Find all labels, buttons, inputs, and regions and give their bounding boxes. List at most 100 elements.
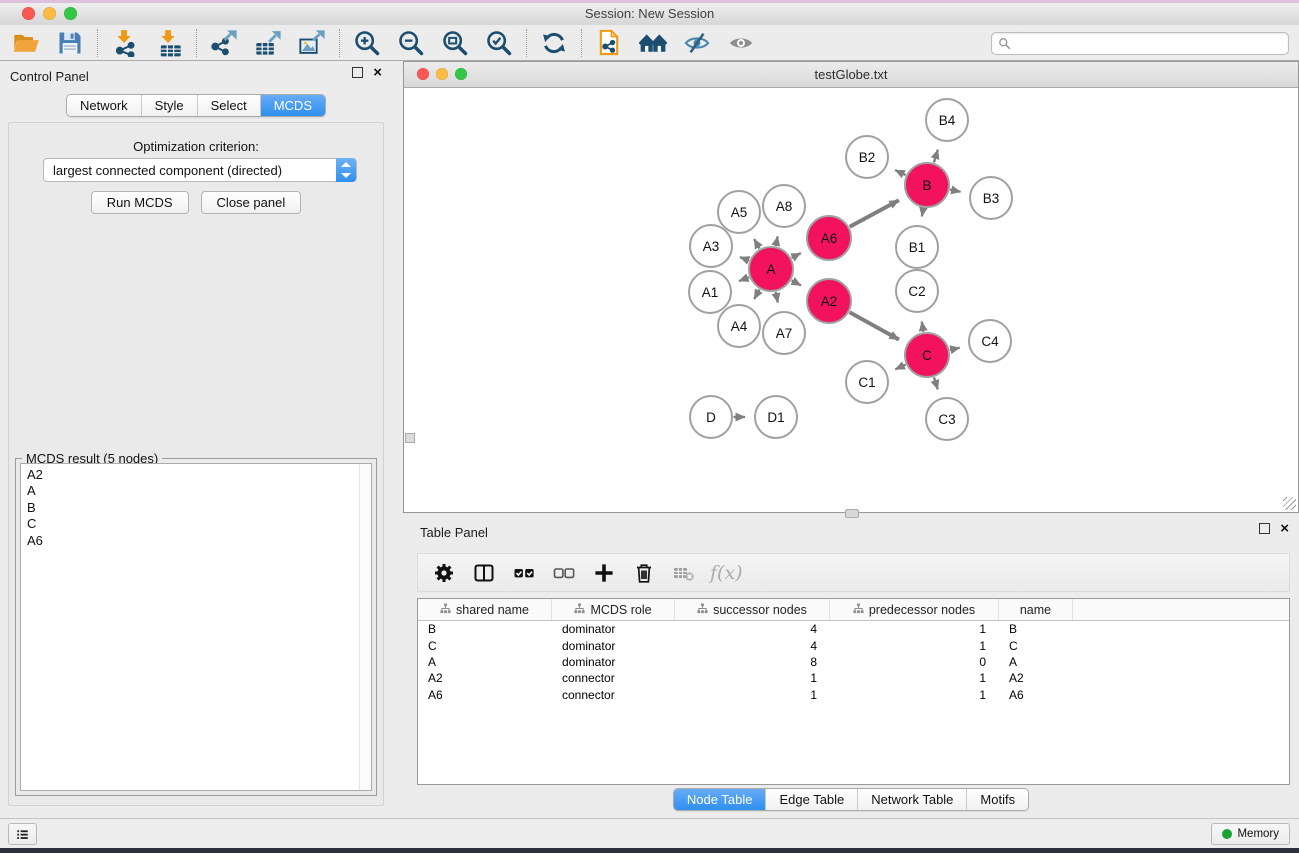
criterion-select[interactable]: largest connected component (directed) [43, 158, 357, 182]
refresh-icon[interactable] [538, 27, 570, 59]
tab-network[interactable]: Network [67, 95, 141, 116]
show-graphics-icon[interactable] [725, 27, 757, 59]
graph-node-D1[interactable]: D1 [755, 396, 797, 438]
column-header-MCDS-role[interactable]: MCDS role [552, 599, 675, 620]
run-mcds-button[interactable]: Run MCDS [91, 191, 189, 214]
graph-edge-C-C2[interactable] [922, 322, 924, 332]
table-row[interactable]: Adominator80A [418, 654, 1289, 670]
graph-edge-C-C4[interactable] [950, 348, 960, 350]
graph-node-B[interactable]: B [905, 163, 949, 207]
select-all-icon[interactable] [510, 559, 537, 586]
home-icon[interactable] [637, 27, 669, 59]
delete-column-icon[interactable] [630, 559, 657, 586]
save-session-icon[interactable] [54, 27, 86, 59]
graph-node-D[interactable]: D [690, 396, 732, 438]
mcds-result-item[interactable]: A6 [27, 533, 371, 549]
table-row[interactable]: A6connector11A6 [418, 687, 1289, 703]
graph-edge-C-C3[interactable] [934, 377, 938, 389]
mcds-result-item[interactable]: A [27, 483, 371, 499]
import-network-icon[interactable] [109, 27, 141, 59]
mcds-result-item[interactable]: B [27, 500, 371, 516]
tab-node-table[interactable]: Node Table [674, 789, 766, 810]
export-image-icon[interactable] [296, 27, 328, 59]
graph-edge-A-A6[interactable] [792, 253, 801, 258]
graph-edge-A2-C[interactable] [850, 312, 899, 339]
graph-node-C2[interactable]: C2 [896, 270, 938, 312]
graph-edge-A-A4[interactable] [754, 290, 759, 300]
close-panel-button[interactable]: Close panel [201, 191, 302, 214]
graph-edge-A-A7[interactable] [776, 292, 778, 303]
float-table-panel-icon[interactable] [1259, 523, 1270, 534]
graph-node-B3[interactable]: B3 [970, 177, 1012, 219]
graph-node-A2[interactable]: A2 [807, 279, 851, 323]
zoom-in-icon[interactable] [351, 27, 383, 59]
graph-edge-A-A1[interactable] [739, 277, 749, 281]
graph-node-A[interactable]: A [749, 247, 793, 291]
table-row[interactable]: Cdominator41C [418, 637, 1289, 653]
open-session-icon[interactable] [10, 27, 42, 59]
graph-edge-B-B1[interactable] [922, 208, 923, 216]
splitter-handle[interactable] [845, 509, 859, 518]
graph-node-A6[interactable]: A6 [807, 216, 851, 260]
graph-edge-A-A8[interactable] [776, 236, 778, 246]
graph-edge-B-B4[interactable] [934, 150, 938, 163]
mcds-list-scrollbar[interactable] [359, 464, 371, 790]
tab-edge-table[interactable]: Edge Table [765, 789, 857, 810]
search-input[interactable] [1016, 34, 1286, 53]
close-panel-icon[interactable]: × [373, 68, 382, 77]
mcds-result-list[interactable]: A2ABCA6 [20, 463, 372, 791]
graph-node-A7[interactable]: A7 [763, 312, 805, 354]
graph-edge-A-A5[interactable] [754, 239, 759, 249]
zoom-fit-icon[interactable] [439, 27, 471, 59]
memory-button[interactable]: Memory [1211, 823, 1290, 845]
gear-icon[interactable] [430, 559, 457, 586]
graph-node-A4[interactable]: A4 [718, 305, 760, 347]
window-resize-grip[interactable] [1283, 497, 1296, 510]
import-table-icon[interactable] [153, 27, 185, 59]
graph-node-C3[interactable]: C3 [926, 398, 968, 440]
close-table-panel-icon[interactable]: × [1280, 524, 1289, 533]
graph-node-A5[interactable]: A5 [718, 191, 760, 233]
graph-edge-A6-B[interactable] [850, 200, 899, 227]
network-canvas[interactable]: B4 B2 B B3 A8A5 A6 B1 A3 A C2 A1 A2 A4A7 C4 C C1 C3 D D1 [404, 88, 1298, 512]
zoom-out-icon[interactable] [395, 27, 427, 59]
tab-select[interactable]: Select [197, 95, 260, 116]
column-header-name[interactable]: name [999, 599, 1073, 620]
graph-node-C4[interactable]: C4 [969, 320, 1011, 362]
deselect-all-icon[interactable] [550, 559, 577, 586]
graph-edge-C-C1[interactable] [895, 365, 905, 370]
column-header-predecessor-nodes[interactable]: predecessor nodes [830, 599, 999, 620]
graph-node-B2[interactable]: B2 [846, 136, 888, 178]
graph-node-A1[interactable]: A1 [689, 271, 731, 313]
table-row[interactable]: Bdominator41B [418, 621, 1289, 637]
hide-graphics-icon[interactable] [681, 27, 713, 59]
float-panel-icon[interactable] [352, 67, 363, 78]
graph-node-B1[interactable]: B1 [896, 226, 938, 268]
network-window-titlebar[interactable]: testGlobe.txt [404, 62, 1298, 88]
tab-motifs[interactable]: Motifs [966, 789, 1028, 810]
search-field[interactable] [991, 32, 1289, 55]
table-row[interactable]: A2connector11A2 [418, 670, 1289, 686]
tab-network-table[interactable]: Network Table [857, 789, 966, 810]
mcds-result-item[interactable]: A2 [27, 467, 371, 483]
export-table-icon[interactable] [252, 27, 284, 59]
graph-edge-B-B3[interactable] [950, 190, 961, 192]
graph-node-B4[interactable]: B4 [926, 99, 968, 141]
column-header-shared-name[interactable]: shared name [418, 599, 552, 620]
add-column-icon[interactable] [590, 559, 617, 586]
graph-node-C[interactable]: C [905, 333, 949, 377]
graph-node-A8[interactable]: A8 [763, 185, 805, 227]
split-columns-icon[interactable] [470, 559, 497, 586]
column-header-successor-nodes[interactable]: successor nodes [675, 599, 830, 620]
graph-edge-B-B2[interactable] [895, 170, 906, 175]
export-network-icon[interactable] [208, 27, 240, 59]
graph-node-C1[interactable]: C1 [846, 361, 888, 403]
graph-edge-A-A3[interactable] [740, 257, 749, 261]
tab-style[interactable]: Style [141, 95, 197, 116]
network-from-document-icon[interactable] [593, 27, 625, 59]
tab-mcds[interactable]: MCDS [260, 95, 325, 116]
graph-node-A3[interactable]: A3 [690, 225, 732, 267]
zoom-selected-icon[interactable] [483, 27, 515, 59]
task-history-button[interactable] [8, 823, 37, 845]
mcds-result-item[interactable]: C [27, 516, 371, 532]
